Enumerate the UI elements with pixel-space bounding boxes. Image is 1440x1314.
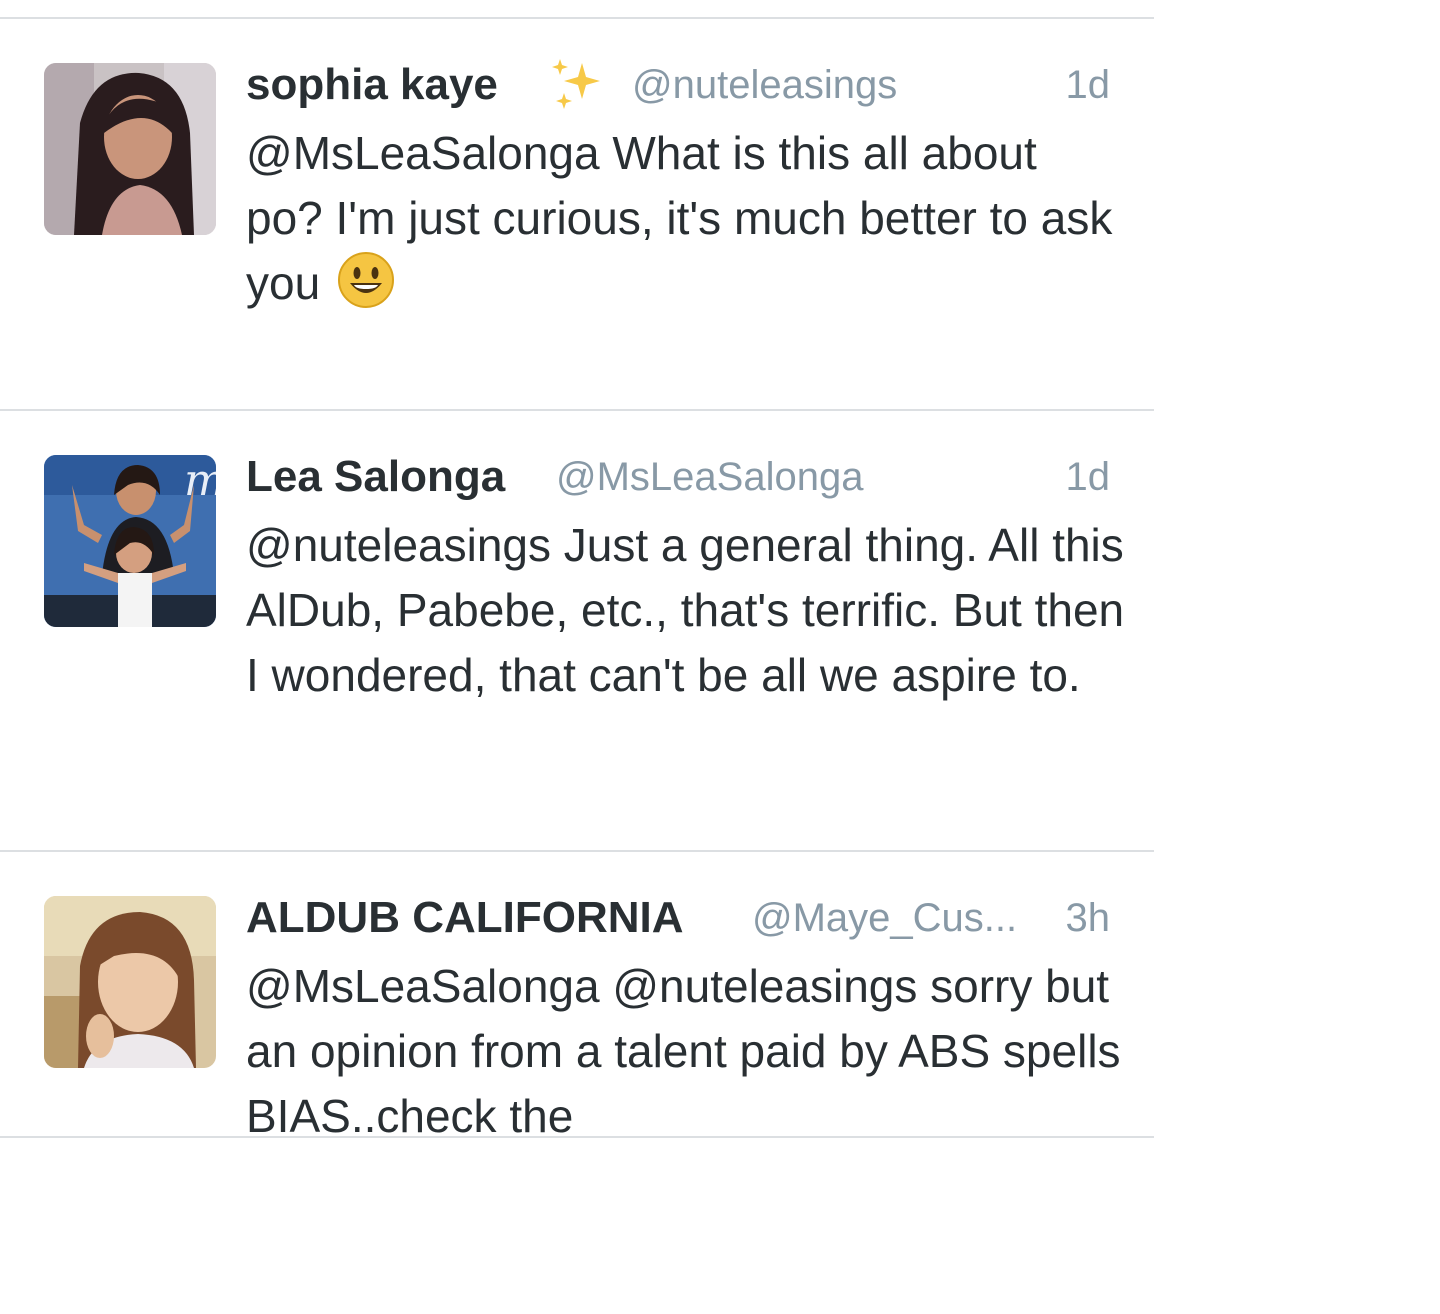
avatar-image-lea: m [44,455,216,627]
display-name[interactable]: ALDUB CALIFORNIA [246,888,684,948]
svg-text:m: m [184,455,216,506]
avatar[interactable] [44,896,216,1068]
avatar-image-aldub-california [44,896,216,1068]
tweet-item[interactable]: ALDUB CALIFORNIA @Maye_Cus... 3h @MsLeaS… [0,852,1154,1136]
user-handle[interactable]: @Maye_Cus... [752,888,1017,948]
tweet-header: ALDUB CALIFORNIA @Maye_Cus... 3h [246,888,1110,948]
tweet-text-content: @MsLeaSalonga @nuteleasings sorry but an… [246,960,1121,1136]
tweet-item[interactable]: sophia kaye @nuteleasings 1d @MsLeaSalon… [0,19,1154,409]
tweet-text: @nuteleasings Just a general thing. All … [246,513,1126,708]
timestamp[interactable]: 1d [1066,55,1111,115]
timestamp[interactable]: 1d [1066,447,1111,507]
divider [0,1136,1154,1138]
sparkles-icon [552,59,600,109]
display-name[interactable]: sophia kaye [246,55,498,115]
tweet-text: @MsLeaSalonga @nuteleasings sorry but an… [246,954,1126,1136]
avatar[interactable] [44,63,216,235]
avatar[interactable]: m [44,455,216,627]
user-handle[interactable]: @MsLeaSalonga [556,447,863,507]
avatar-image-sophia [44,63,216,235]
tweet-text: @MsLeaSalonga What is this all about po?… [246,121,1126,316]
display-name[interactable]: Lea Salonga [246,447,505,507]
smiling-face-emoji [337,252,394,308]
tweet-text-content: @nuteleasings Just a general thing. All … [246,519,1125,701]
tweet-header: Lea Salonga @MsLeaSalonga 1d [246,447,1110,507]
tweet-header: sophia kaye @nuteleasings 1d [246,55,1110,115]
tweet-item[interactable]: m Lea Salonga @MsLeaSalonga 1d @nuteleas… [0,411,1154,850]
timestamp[interactable]: 3h [1066,888,1111,948]
tweet-feed: sophia kaye @nuteleasings 1d @MsLeaSalon… [0,0,1154,1314]
user-handle[interactable]: @nuteleasings [632,55,897,115]
